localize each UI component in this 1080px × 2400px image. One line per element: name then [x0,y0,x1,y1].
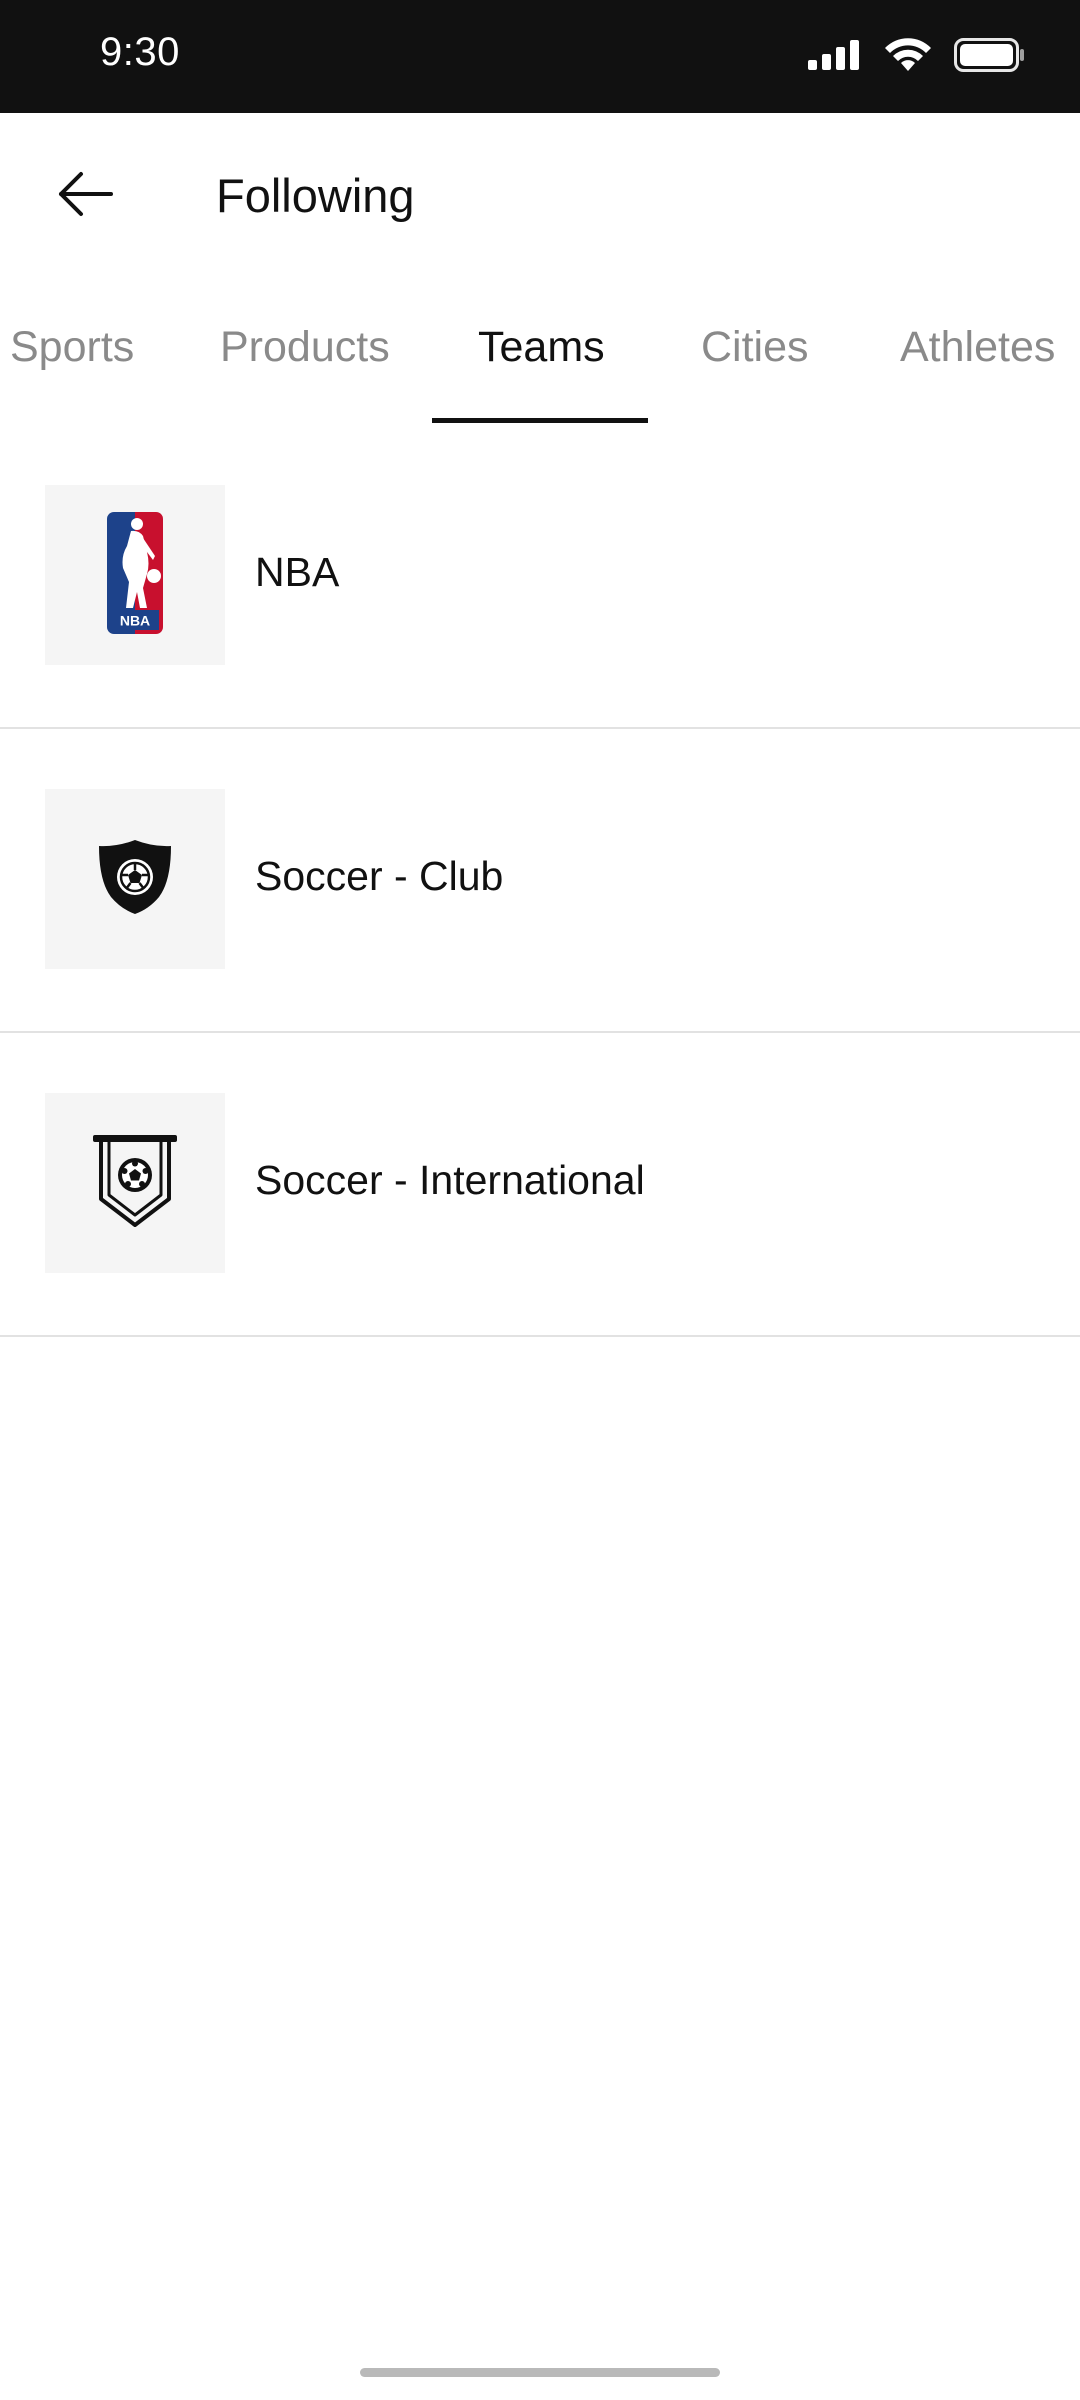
battery-icon [954,38,1026,77]
list-item-soccer-international[interactable]: Soccer - International [0,1033,1080,1337]
nba-logo-icon: NBA [107,511,163,639]
status-time: 9:30 [100,30,180,74]
tab-sports[interactable]: Sports [10,323,134,372]
item-thumbnail [45,1093,225,1273]
page-title: Following [216,169,415,222]
list-item-soccer-club[interactable]: Soccer - Club [0,729,1080,1033]
active-tab-indicator [432,418,648,423]
tab-products[interactable]: Products [220,323,390,372]
arrow-left-icon [55,170,115,223]
status-bar: 9:30 [0,0,1080,113]
list-item-label: Soccer - Club [255,853,504,899]
item-thumbnail [45,789,225,969]
header: Following [0,113,1080,283]
list-item-label: Soccer - International [255,1157,645,1203]
tab-athletes[interactable]: Athletes [900,323,1055,372]
tab-cities[interactable]: Cities [701,323,809,372]
following-teams-list: NBA NBA Soccer - Club Soccer - Internati… [0,425,1080,1337]
wifi-icon [884,38,932,77]
list-item-nba[interactable]: NBA NBA [0,425,1080,729]
list-item-label: NBA [255,549,340,595]
status-icons [808,38,1026,77]
tab-teams[interactable]: Teams [478,323,605,372]
home-indicator[interactable] [360,2368,720,2377]
item-thumbnail: NBA [45,485,225,665]
signal-icon [808,40,862,75]
tab-bar: Sports Products Teams Cities Athletes [0,283,1080,425]
back-button[interactable] [40,161,130,231]
soccer-pennant-icon [87,1133,183,1234]
svg-text:NBA: NBA [120,612,150,628]
soccer-club-shield-icon [95,837,175,922]
